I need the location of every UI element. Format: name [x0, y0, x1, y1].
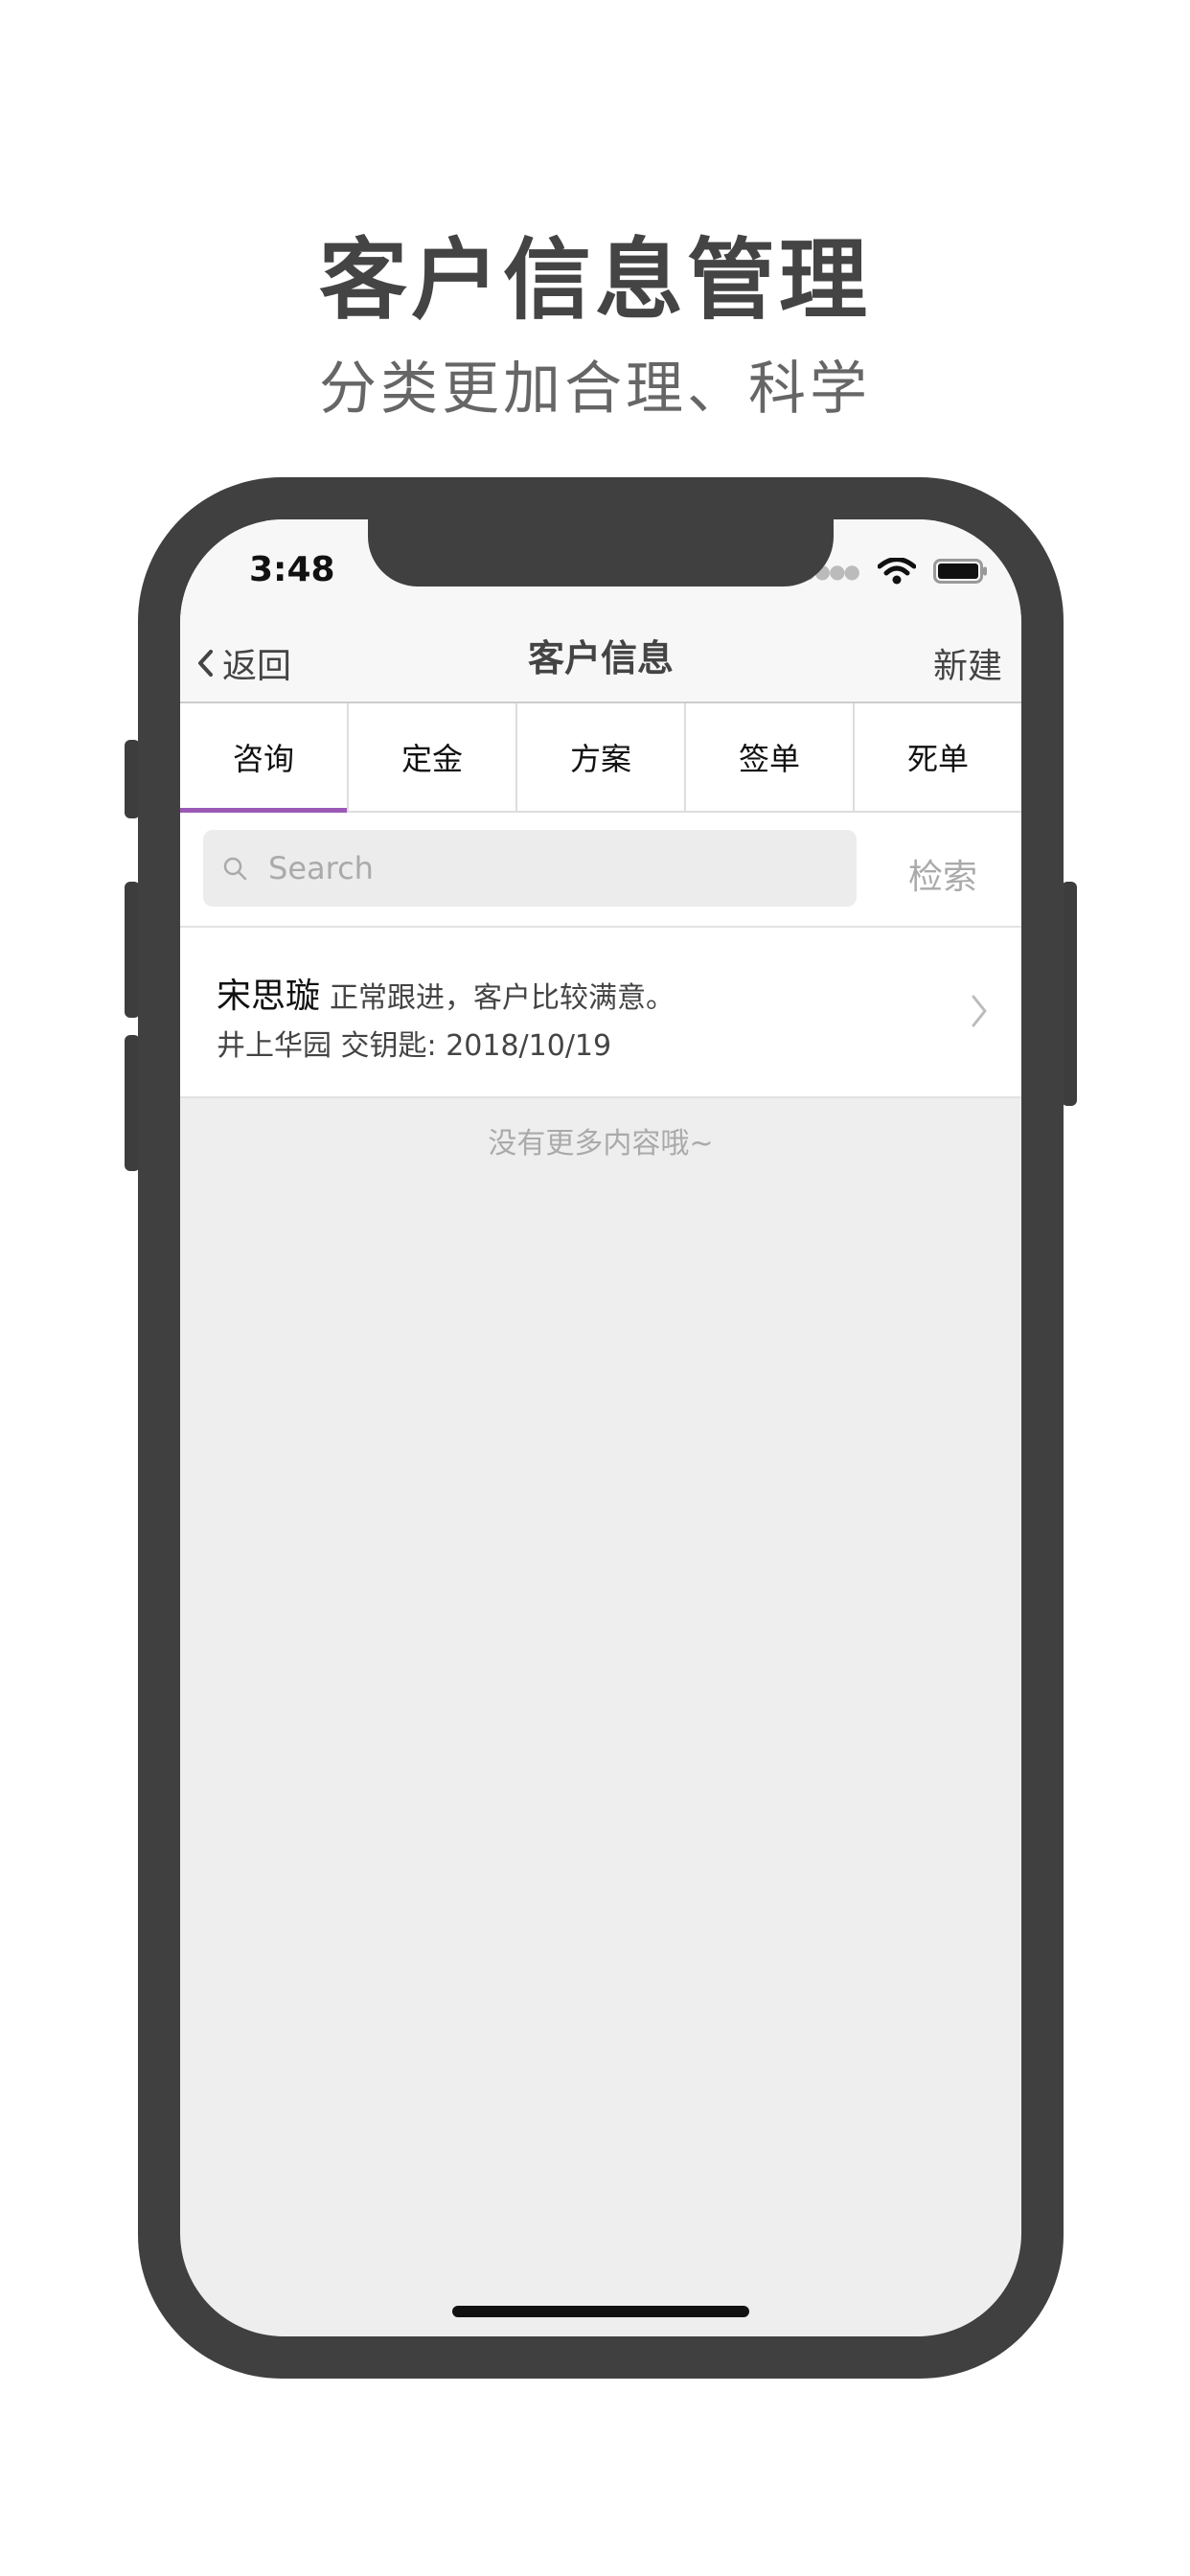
tab-signed[interactable]: 签单 — [686, 703, 855, 811]
customer-line1: 宋思璇 正常跟进，客户比较满意。 — [217, 968, 675, 1018]
customer-list-item[interactable]: 宋思璇 正常跟进，客户比较满意。 井上华园 交钥匙: 2018/10/19 — [180, 928, 1021, 1098]
customer-key-date: 交钥匙: 2018/10/19 — [340, 1029, 612, 1063]
chevron-right-icon — [972, 995, 987, 1027]
promo-title: 客户信息管理 — [318, 229, 871, 332]
customer-line2: 井上华园 交钥匙: 2018/10/19 — [217, 1022, 611, 1064]
promo-subtitle: 分类更加合理、科学 — [319, 356, 871, 423]
search-button[interactable]: 检索 — [908, 849, 977, 899]
nav-bar: 返回 客户信息 新建 — [180, 606, 1021, 703]
search-input[interactable] — [268, 850, 824, 886]
tab-dead[interactable]: 死单 — [855, 703, 1021, 811]
tab-plan[interactable]: 方案 — [517, 703, 686, 811]
battery-icon — [933, 559, 987, 584]
phone-power-button — [1062, 882, 1077, 1106]
phone-notch — [368, 519, 834, 586]
phone-screen: 3:48 ●●●● 返回 客户信息 新建 咨询 定金 方案 签单 死单 Sear… — [180, 519, 1021, 2336]
home-indicator — [452, 2306, 749, 2317]
status-icons: ●●●● — [799, 558, 989, 585]
category-tabs: 咨询 定金 方案 签单 死单 — [180, 703, 1021, 813]
tab-deposit[interactable]: 定金 — [349, 703, 517, 811]
list-footer-text: 没有更多内容哦~ — [488, 1127, 714, 1161]
wifi-icon — [878, 558, 916, 585]
new-button[interactable]: 新建 — [933, 638, 1002, 688]
search-section: 检索 — [180, 813, 1021, 928]
nav-title: 客户信息 — [527, 637, 674, 679]
tab-consult[interactable]: 咨询 — [180, 703, 349, 813]
customer-name: 宋思璇 — [217, 977, 321, 1016]
customer-community: 井上华园 — [217, 1029, 332, 1063]
customer-note: 正常跟进，客户比较满意。 — [330, 981, 675, 1015]
search-field[interactable] — [203, 830, 857, 907]
status-time: 3:48 — [249, 550, 335, 589]
search-icon — [223, 857, 247, 881]
